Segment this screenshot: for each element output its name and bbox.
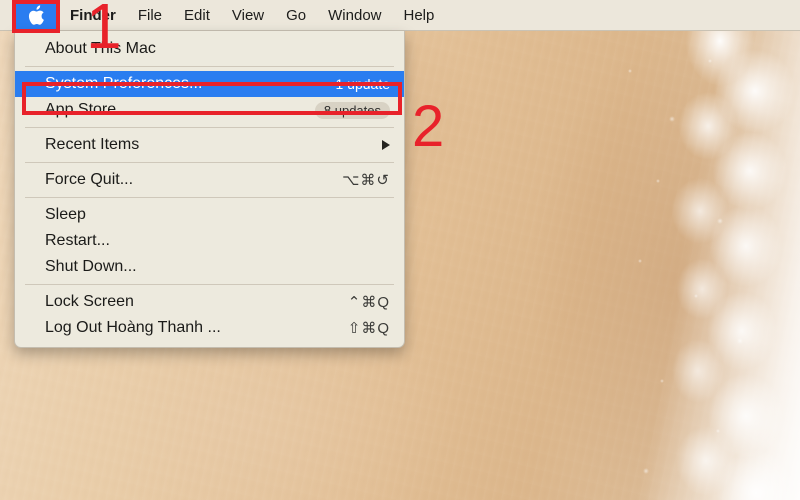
lock-screen-shortcut: ⌃⌘Q <box>347 294 390 311</box>
force-quit-shortcut: ⌥⌘↺ <box>342 172 390 189</box>
macos-desktop-screen: Finder File Edit View Go Window Help Abo… <box>0 0 800 500</box>
menubar-item-edit[interactable]: Edit <box>173 0 221 31</box>
menu-item-label: Log Out Hoàng Thanh ... <box>45 319 221 336</box>
menubar-item-help[interactable]: Help <box>393 0 446 31</box>
menu-separator <box>25 162 394 163</box>
menubar-item-go[interactable]: Go <box>275 0 317 31</box>
menu-item-label: System Preferences... <box>45 75 203 92</box>
menu-separator <box>25 197 394 198</box>
menu-item-label: About This Mac <box>45 40 156 57</box>
menu-item-system-preferences[interactable]: System Preferences... 1 update <box>15 71 404 97</box>
menubar-item-file[interactable]: File <box>127 0 173 31</box>
menubar-item-finder[interactable]: Finder <box>58 0 127 31</box>
menu-item-shut-down[interactable]: Shut Down... <box>15 254 404 280</box>
menu-item-label: Lock Screen <box>45 293 134 310</box>
app-store-updates-badge: 8 updates <box>314 101 390 119</box>
apple-dropdown-menu: About This Mac System Preferences... 1 u… <box>14 31 405 348</box>
menu-item-label: Force Quit... <box>45 171 134 188</box>
system-preferences-update-badge: 1 update <box>335 76 391 92</box>
apple-menu-button[interactable] <box>14 0 58 31</box>
menu-item-log-out[interactable]: Log Out Hoàng Thanh ... ⇧⌘Q <box>15 315 404 341</box>
menu-item-label: Recent Items <box>45 136 140 153</box>
menu-separator <box>25 127 394 128</box>
wallpaper-foam-speckle <box>600 31 800 500</box>
chevron-right-icon <box>382 140 390 150</box>
log-out-shortcut: ⇧⌘Q <box>347 320 390 337</box>
menu-item-label: App Store... <box>45 101 130 118</box>
menu-item-app-store[interactable]: App Store... 8 updates <box>15 97 404 123</box>
menu-separator <box>25 66 394 67</box>
menubar-item-view[interactable]: View <box>221 0 275 31</box>
menu-item-lock-screen[interactable]: Lock Screen ⌃⌘Q <box>15 289 404 315</box>
menu-separator <box>25 284 394 285</box>
menu-item-recent-items[interactable]: Recent Items <box>15 132 404 158</box>
menu-item-sleep[interactable]: Sleep <box>15 202 404 228</box>
apple-logo-icon <box>28 4 45 26</box>
menu-item-label: Restart... <box>45 232 110 249</box>
menu-item-label: Sleep <box>45 206 86 223</box>
menu-item-force-quit[interactable]: Force Quit... ⌥⌘↺ <box>15 167 404 193</box>
menu-item-restart[interactable]: Restart... <box>15 228 404 254</box>
menu-item-label: Shut Down... <box>45 258 137 275</box>
menu-bar: Finder File Edit View Go Window Help <box>0 0 800 31</box>
menu-item-about-this-mac[interactable]: About This Mac <box>15 36 404 62</box>
menubar-item-window[interactable]: Window <box>317 0 392 31</box>
